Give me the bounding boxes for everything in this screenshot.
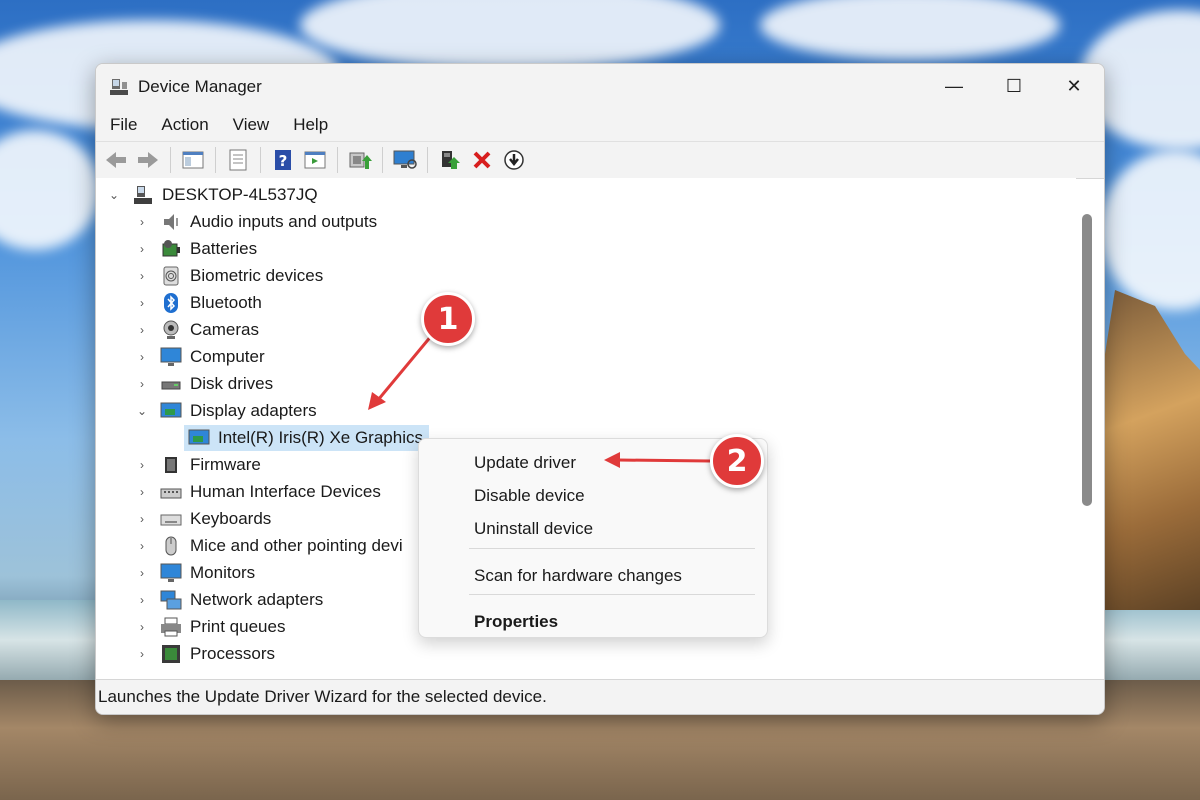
annotation-badge-2: 2 (710, 434, 764, 488)
annotation-badge-1: 1 (421, 292, 475, 346)
annotation-arrows (368, 334, 711, 468)
